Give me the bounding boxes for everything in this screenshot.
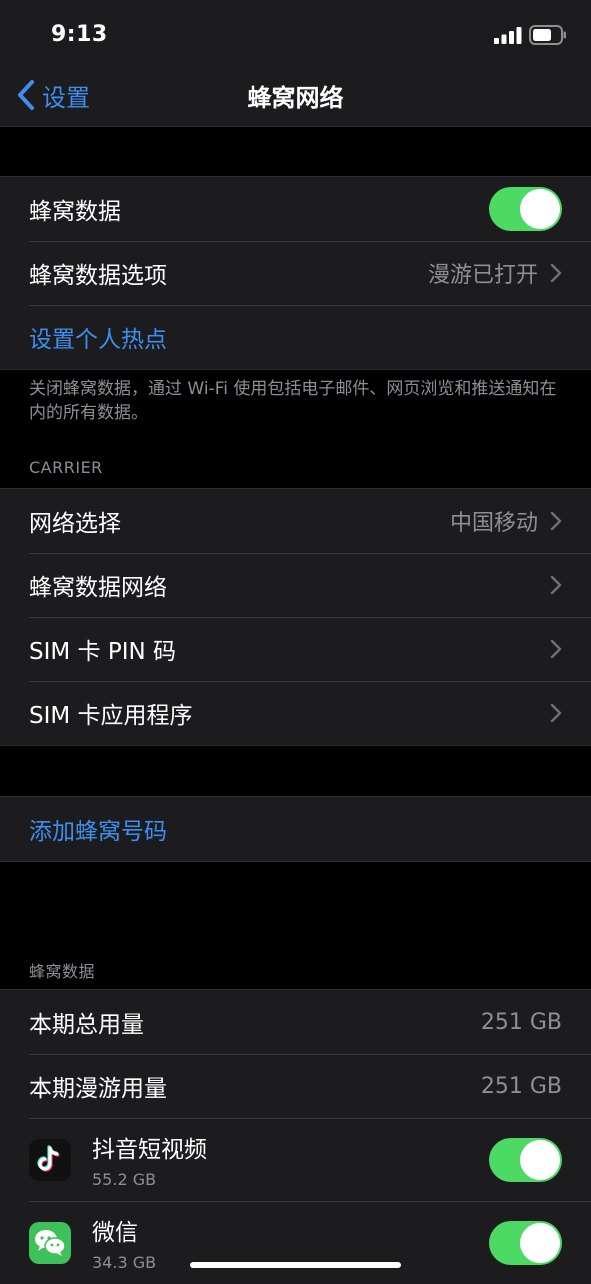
add-cellular-plan-group: 添加蜂窝号码 — [0, 796, 591, 862]
chevron-right-icon — [550, 263, 562, 283]
page-title: 蜂窝网络 — [247, 84, 344, 112]
current-period-roaming-value: 251 GB — [480, 1073, 562, 1099]
personal-hotspot-link[interactable]: 设置个人热点 — [29, 320, 562, 354]
usage-section-header: 蜂窝数据 — [29, 962, 96, 981]
chevron-right-icon — [550, 511, 562, 531]
add-cellular-plan-link[interactable]: 添加蜂窝号码 — [29, 812, 562, 846]
status-bar: 9:13 — [0, 0, 591, 64]
cellular-data-network-label: 蜂窝数据网络 — [29, 575, 167, 601]
app-cellular-toggle-douyin[interactable] — [489, 1137, 562, 1182]
app-row-douyin: 抖音短视频 55.2 GB — [0, 1118, 591, 1201]
sim-applications-row[interactable]: SIM 卡应用程序 — [0, 681, 591, 745]
network-selection-value: 中国移动 — [449, 511, 538, 536]
navigation-bar: 设置 蜂窝网络 — [0, 64, 591, 127]
tiktok-icon — [29, 1138, 71, 1181]
network-selection-row[interactable]: 网络选择 中国移动 — [0, 489, 591, 553]
carrier-group: 网络选择 中国移动 蜂窝数据网络 SIM 卡 PIN 码 SIM 卡应用程序 — [0, 488, 591, 746]
cellular-data-options-row[interactable]: 蜂窝数据选项 漫游已打开 — [0, 241, 591, 305]
app-row-wechat: 微信 34.3 GB — [0, 1201, 591, 1284]
sim-pin-label: SIM 卡 PIN 码 — [29, 639, 177, 665]
chevron-right-icon — [550, 703, 562, 723]
cellular-data-label: 蜂窝数据 — [29, 199, 121, 225]
cellular-data-options-label: 蜂窝数据选项 — [29, 263, 167, 289]
wechat-icon — [29, 1221, 71, 1264]
current-period-row: 本期总用量 251 GB — [0, 990, 591, 1054]
chevron-right-icon — [550, 575, 562, 595]
carrier-section-header: CARRIER — [29, 458, 103, 477]
app-cellular-toggle-wechat[interactable] — [489, 1220, 562, 1265]
app-text: 抖音短视频 55.2 GB — [92, 1130, 489, 1189]
current-period-roaming-label: 本期漫游用量 — [29, 1076, 167, 1102]
cellular-data-network-row[interactable]: 蜂窝数据网络 — [0, 553, 591, 617]
battery-icon — [529, 25, 566, 45]
current-period-roaming-row: 本期漫游用量 251 GB — [0, 1054, 591, 1118]
current-period-value: 251 GB — [480, 1009, 562, 1035]
home-indicator[interactable] — [190, 1262, 401, 1268]
usage-group: 本期总用量 251 GB 本期漫游用量 251 GB 抖音短视频 55.2 GB — [0, 989, 591, 1284]
chevron-right-icon — [550, 639, 562, 659]
cellular-data-toggle[interactable] — [489, 187, 562, 231]
cellular-data-options-value: 漫游已打开 — [427, 263, 538, 288]
app-usage: 55.2 GB — [92, 1170, 157, 1189]
personal-hotspot-row[interactable]: 设置个人热点 — [0, 305, 591, 369]
app-name: 抖音短视频 — [92, 1137, 207, 1163]
add-cellular-plan-row[interactable]: 添加蜂窝号码 — [0, 797, 591, 861]
cellular-signal-icon — [494, 27, 522, 44]
status-time: 9:13 — [51, 22, 108, 47]
app-name: 微信 — [92, 1220, 138, 1246]
sim-pin-row[interactable]: SIM 卡 PIN 码 — [0, 617, 591, 681]
cellular-data-row: 蜂窝数据 — [0, 177, 591, 241]
cellular-data-group: 蜂窝数据 蜂窝数据选项 漫游已打开 设置个人热点 — [0, 176, 591, 370]
network-selection-label: 网络选择 — [29, 511, 121, 537]
cellular-data-footer-note: 关闭蜂窝数据，通过 Wi-Fi 使用包括电子邮件、网页浏览和推送通知在内的所有数… — [29, 379, 557, 423]
sim-applications-label: SIM 卡应用程序 — [29, 703, 193, 729]
current-period-label: 本期总用量 — [29, 1012, 144, 1038]
